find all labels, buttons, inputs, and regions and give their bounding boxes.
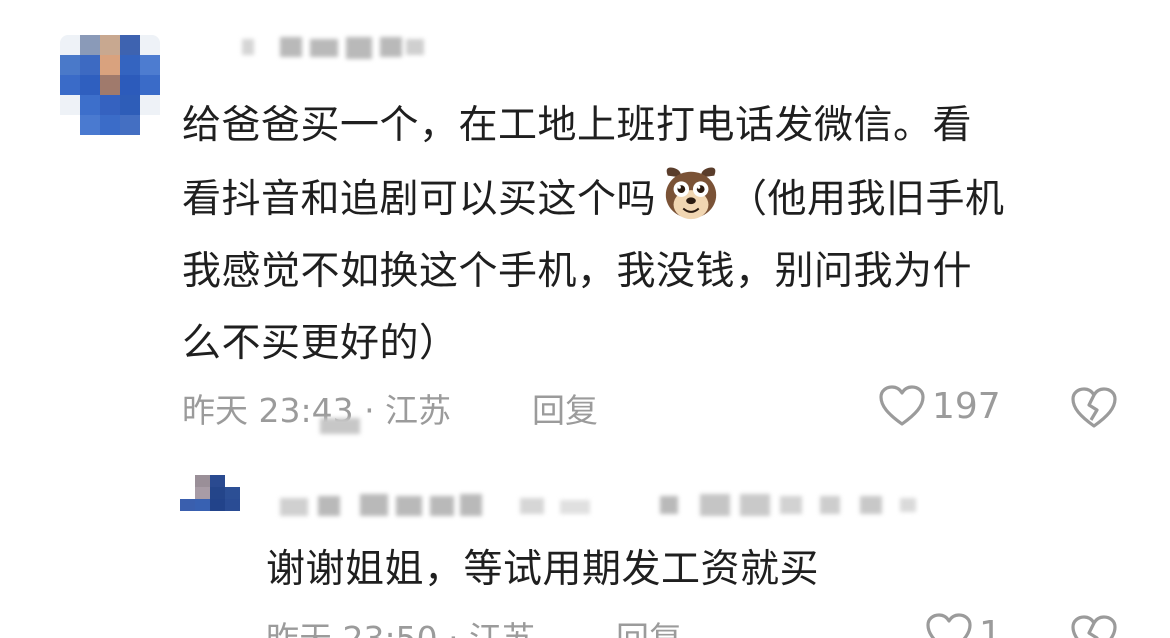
comment-line: 看抖音和追剧可以买这个吗 （他用我旧手机	[182, 162, 1142, 236]
comment-line: 我感觉不如换这个手机，我没钱，别问我为什	[182, 249, 973, 294]
like-button[interactable]: 1	[925, 612, 1002, 638]
comment-text: 给爸爸买一个，在工地上班打电话发微信。看 看抖音和追剧可以买这个吗 （他用我旧手…	[182, 90, 1142, 380]
broken-heart-icon[interactable]	[1070, 386, 1118, 430]
comment-meta: 昨天 23:43 · 江苏 回复	[182, 384, 598, 432]
comment-timestamp: 昨天 23:43 · 江苏	[182, 391, 452, 430]
like-count: 1	[979, 613, 1002, 638]
reply-meta: 昨天 23:50 · 江苏 回复	[266, 612, 682, 638]
location-blur	[320, 418, 360, 434]
avatar[interactable]	[180, 475, 240, 523]
username-blurred[interactable]	[280, 490, 930, 518]
heart-icon	[926, 613, 972, 638]
reply-text: 谢谢姐姐，等试用期发工资就买	[266, 547, 820, 592]
reply-timestamp: 昨天 23:50 · 江苏	[266, 619, 535, 638]
comment-line: 么不买更好的）	[182, 321, 459, 366]
comment-thread: 给爸爸买一个，在工地上班打电话发微信。看 看抖音和追剧可以买这个吗 （他用我旧手…	[0, 0, 1170, 638]
comment-line: 给爸爸买一个，在工地上班打电话发微信。看	[182, 103, 973, 148]
reply-button[interactable]: 回复	[532, 384, 598, 432]
heart-icon	[879, 385, 925, 426]
username-blurred[interactable]	[240, 33, 430, 61]
broken-heart-icon[interactable]	[1070, 614, 1118, 638]
avatar[interactable]	[60, 35, 160, 135]
reply-button[interactable]: 回复	[616, 612, 682, 638]
dog-emoji-icon	[665, 167, 717, 220]
like-count: 197	[932, 385, 1001, 427]
like-button[interactable]: 197	[878, 384, 1001, 428]
